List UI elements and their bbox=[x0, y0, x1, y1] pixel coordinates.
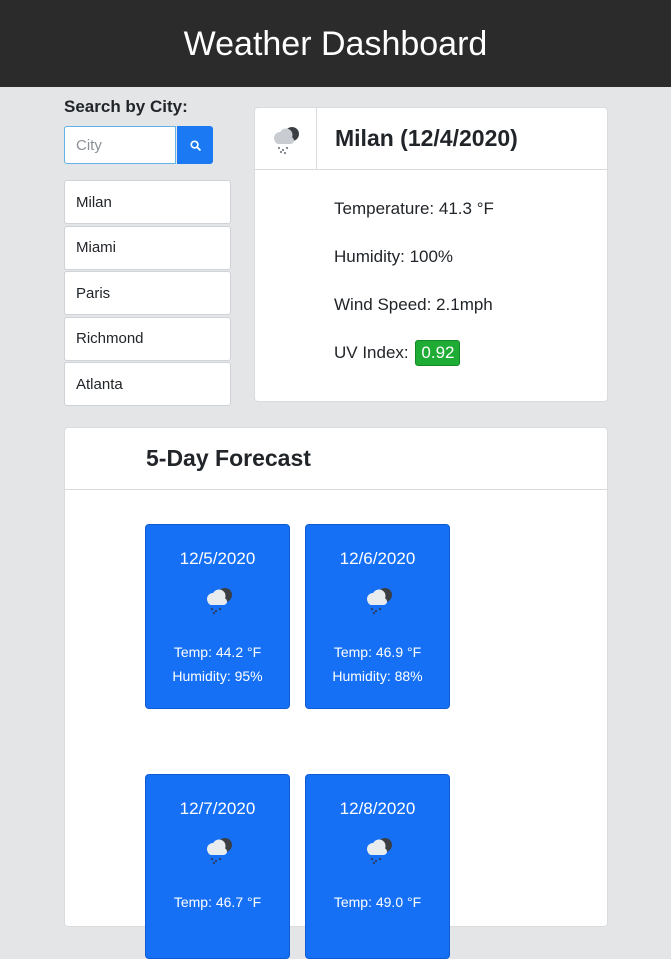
snow-cloud-icon bbox=[207, 588, 232, 615]
forecast-humidity: Humidity: 95% bbox=[172, 668, 263, 684]
city-item-label: Atlanta bbox=[76, 375, 123, 393]
current-weather-header: Milan (12/4/2020) bbox=[255, 108, 607, 170]
forecast-date: 12/8/2020 bbox=[339, 799, 416, 818]
forecast-day-card: 12/7/2020 Temp: 46.7 °F bbox=[145, 774, 290, 959]
forecast-temp: Temp: 44.2 °F bbox=[173, 644, 262, 660]
city-item-label: Milan bbox=[76, 193, 112, 211]
forecast-title: 5-Day Forecast bbox=[146, 445, 311, 471]
current-city-title: Milan (12/4/2020) bbox=[335, 125, 518, 151]
page-title: Weather Dashboard bbox=[183, 25, 488, 63]
city-item-richmond[interactable]: Richmond bbox=[64, 316, 231, 361]
current-wind-speed: Wind Speed: 2.1mph bbox=[334, 295, 493, 314]
city-item-label: Miami bbox=[76, 239, 116, 256]
forecast-header: 5-Day Forecast bbox=[65, 428, 607, 490]
forecast-humidity: Humidity: 88% bbox=[332, 668, 423, 684]
city-search-input[interactable] bbox=[64, 126, 176, 164]
forecast-temp: Temp: 49.0 °F bbox=[333, 894, 422, 910]
forecast-date: 12/6/2020 bbox=[339, 549, 416, 568]
city-item-atlanta[interactable]: Atlanta bbox=[64, 362, 231, 406]
snow-cloud-icon bbox=[207, 838, 232, 865]
forecast-day-card: 12/5/2020 Temp: 44.2 °F Humidity: 95% bbox=[145, 524, 290, 709]
forecast-date: 12/7/2020 bbox=[179, 799, 256, 818]
forecast-day-card: 12/6/2020 Temp: 46.9 °F Humidity: 88% bbox=[305, 524, 450, 709]
forecast-temp: Temp: 46.9 °F bbox=[333, 644, 422, 660]
city-item-paris[interactable]: Paris bbox=[64, 271, 231, 315]
current-uv-row: UV Index: 0.92 bbox=[334, 340, 461, 366]
forecast-card: 5-Day Forecast 12/5/2020 Temp: 44.2 °F H… bbox=[64, 427, 608, 959]
uv-label: UV Index: bbox=[334, 343, 409, 362]
city-item-label: Paris bbox=[76, 284, 111, 302]
snow-cloud-icon bbox=[367, 588, 392, 615]
search-form bbox=[64, 126, 214, 164]
current-weather-card: Milan (12/4/2020) Temperature: 41.3 °F H… bbox=[254, 107, 608, 402]
forecast-date: 12/5/2020 bbox=[179, 549, 256, 568]
city-item-milan[interactable]: Milan bbox=[64, 180, 231, 224]
snow-cloud-icon bbox=[273, 126, 299, 154]
snow-cloud-icon bbox=[367, 838, 392, 865]
search-icon bbox=[189, 139, 201, 151]
current-humidity: Humidity: 100% bbox=[334, 247, 454, 266]
city-item-miami[interactable]: Miami bbox=[64, 225, 231, 270]
current-temperature: Temperature: 41.3 °F bbox=[334, 199, 494, 218]
forecast-temp: Temp: 46.7 °F bbox=[173, 894, 262, 910]
uv-index-badge: 0.92 bbox=[415, 340, 461, 366]
city-history-list: Milan Miami Paris Richmond Atlanta bbox=[64, 180, 231, 408]
app-header: Weather Dashboard bbox=[0, 0, 671, 87]
search-button[interactable] bbox=[177, 126, 213, 164]
current-icon-cell bbox=[255, 108, 317, 169]
city-item-label: Richmond bbox=[76, 330, 144, 347]
forecast-day-card: 12/8/2020 Temp: 49.0 °F bbox=[305, 774, 450, 959]
search-label: Search by City: bbox=[64, 97, 188, 116]
